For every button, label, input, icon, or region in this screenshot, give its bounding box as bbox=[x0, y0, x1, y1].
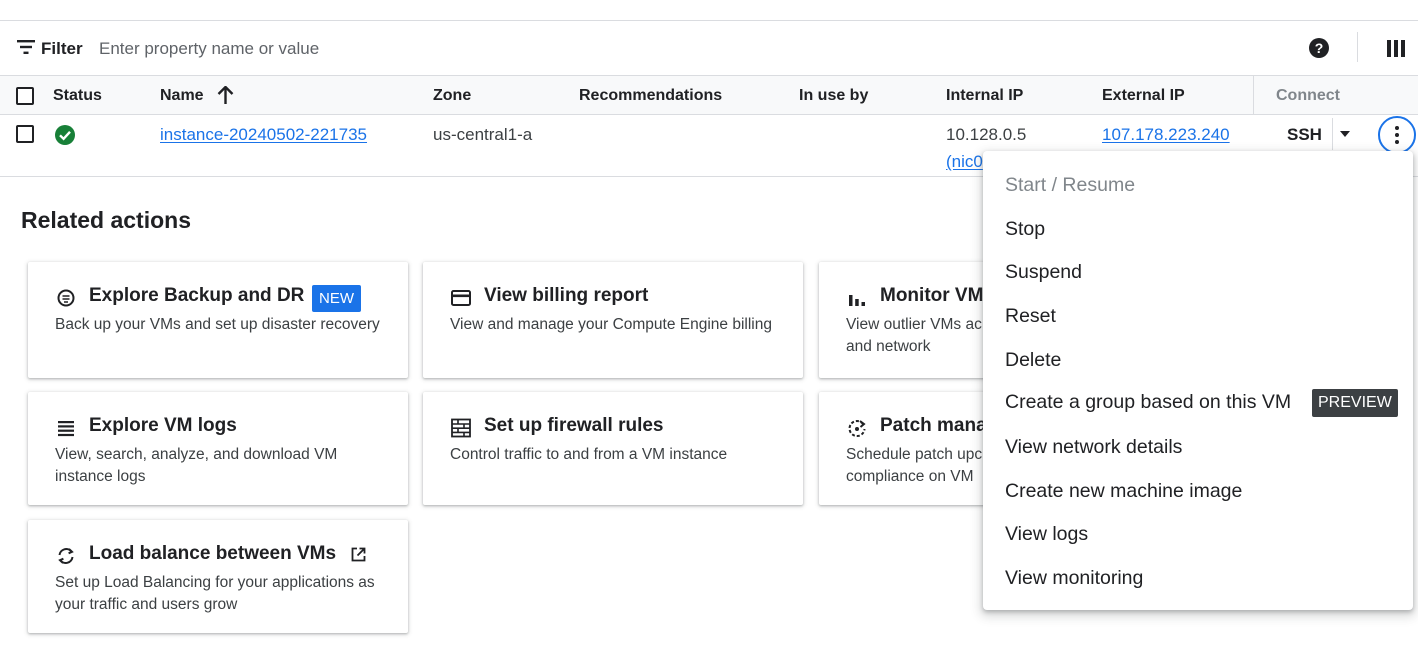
firewall-icon bbox=[451, 418, 471, 438]
menu-item-stop[interactable]: Stop bbox=[1005, 218, 1045, 241]
menu-item-create-machine-image[interactable]: Create new machine image bbox=[1005, 480, 1242, 503]
table-header: Status Name Zone Recommendations In use … bbox=[0, 75, 1418, 115]
card-title: Set up firewall rules bbox=[484, 415, 664, 436]
open-in-new-icon bbox=[351, 547, 366, 562]
menu-item-delete[interactable]: Delete bbox=[1005, 349, 1061, 372]
card-firewall-rules[interactable]: Set up firewall rules Control traffic to… bbox=[423, 392, 803, 505]
ssh-button[interactable]: SSH bbox=[1287, 125, 1322, 145]
column-in-use-by[interactable]: In use by bbox=[799, 87, 868, 105]
card-billing-report[interactable]: View billing report View and manage your… bbox=[423, 262, 803, 378]
menu-item-start-resume: Start / Resume bbox=[1005, 174, 1136, 196]
kebab-dot bbox=[1395, 133, 1399, 137]
external-ip-link[interactable]: 107.178.223.240 bbox=[1102, 125, 1230, 145]
column-name[interactable]: Name bbox=[160, 87, 204, 105]
more-actions-button[interactable] bbox=[1378, 116, 1416, 154]
column-connect-label: Connect bbox=[1276, 87, 1340, 104]
instance-zone: us-central1-a bbox=[433, 125, 533, 144]
card-description: View outlier VMs ac and network bbox=[846, 316, 982, 355]
svg-text:?: ? bbox=[1315, 40, 1324, 56]
card-load-balance[interactable]: Load balance between VMs Set up Load Bal… bbox=[28, 520, 408, 633]
related-actions-title: Related actions bbox=[21, 207, 191, 233]
card-description: Control traffic to and from a VM instanc… bbox=[450, 446, 728, 463]
menu-item-create-group[interactable]: Create a group based on this VM bbox=[1005, 391, 1291, 414]
patch-icon bbox=[848, 420, 866, 438]
column-internal-ip[interactable]: Internal IP bbox=[946, 87, 1023, 105]
menu-item-view-network-details[interactable]: View network details bbox=[1005, 436, 1182, 459]
column-recommendations[interactable]: Recommendations bbox=[579, 87, 722, 105]
card-description: Set up Load Balancing for your applicati… bbox=[55, 574, 375, 613]
column-connect: Connect bbox=[1253, 76, 1418, 114]
column-external-ip[interactable]: External IP bbox=[1102, 87, 1185, 105]
sort-ascending-icon[interactable] bbox=[217, 86, 234, 105]
instance-actions-menu: Start / Resume Stop Suspend Reset Delete… bbox=[983, 151, 1413, 610]
card-title: Monitor VM bbox=[880, 285, 984, 306]
status-running-icon bbox=[55, 125, 75, 145]
card-vm-logs[interactable]: Explore VM logs View, search, analyze, a… bbox=[28, 392, 408, 505]
internal-ip-nic-link[interactable]: (nic0 bbox=[946, 152, 983, 172]
new-badge: NEW bbox=[312, 285, 361, 312]
kebab-dot bbox=[1395, 140, 1399, 144]
filter-label[interactable]: Filter bbox=[41, 39, 83, 59]
menu-item-view-monitoring[interactable]: View monitoring bbox=[1005, 567, 1143, 590]
column-zone[interactable]: Zone bbox=[433, 87, 471, 105]
internal-ip: 10.128.0.5 bbox=[946, 125, 1027, 144]
column-display-icon[interactable] bbox=[1387, 40, 1405, 57]
card-backup-dr[interactable]: Explore Backup and DR NEW Back up your V… bbox=[28, 262, 408, 378]
card-title: Explore VM logs bbox=[89, 415, 237, 436]
top-divider bbox=[0, 20, 1418, 21]
card-title: Patch mana bbox=[880, 415, 987, 436]
load-balance-icon bbox=[58, 548, 74, 564]
logs-icon bbox=[58, 421, 74, 437]
filter-icon[interactable] bbox=[17, 40, 35, 54]
card-title: View billing report bbox=[484, 285, 649, 306]
ssh-dropdown-icon[interactable] bbox=[1340, 131, 1350, 137]
card-description: View, search, analyze, and download VM i… bbox=[55, 446, 338, 485]
kebab-dot bbox=[1395, 126, 1399, 130]
card-description: Back up your VMs and set up disaster rec… bbox=[55, 316, 380, 333]
menu-item-suspend[interactable]: Suspend bbox=[1005, 261, 1082, 284]
backup-icon bbox=[57, 289, 75, 307]
toolbar-divider bbox=[1357, 32, 1358, 62]
card-title: Load balance between VMs bbox=[89, 543, 337, 564]
credit-card-icon bbox=[451, 290, 471, 306]
help-icon[interactable]: ? bbox=[1309, 38, 1329, 58]
bar-chart-icon bbox=[849, 295, 865, 306]
menu-item-reset[interactable]: Reset bbox=[1005, 305, 1056, 328]
instance-name-link[interactable]: instance-20240502-221735 bbox=[160, 125, 367, 145]
preview-badge: PREVIEW bbox=[1312, 389, 1398, 417]
select-all-checkbox[interactable] bbox=[16, 87, 34, 105]
filter-input[interactable] bbox=[99, 38, 699, 60]
card-description: Schedule patch upc compliance on VM bbox=[846, 446, 983, 485]
column-status[interactable]: Status bbox=[53, 87, 102, 105]
ssh-divider bbox=[1332, 118, 1333, 150]
menu-item-view-logs[interactable]: View logs bbox=[1005, 523, 1088, 546]
row-checkbox[interactable] bbox=[16, 125, 34, 143]
card-title: Explore Backup and DR bbox=[89, 285, 305, 306]
card-description: View and manage your Compute Engine bill… bbox=[450, 316, 772, 333]
